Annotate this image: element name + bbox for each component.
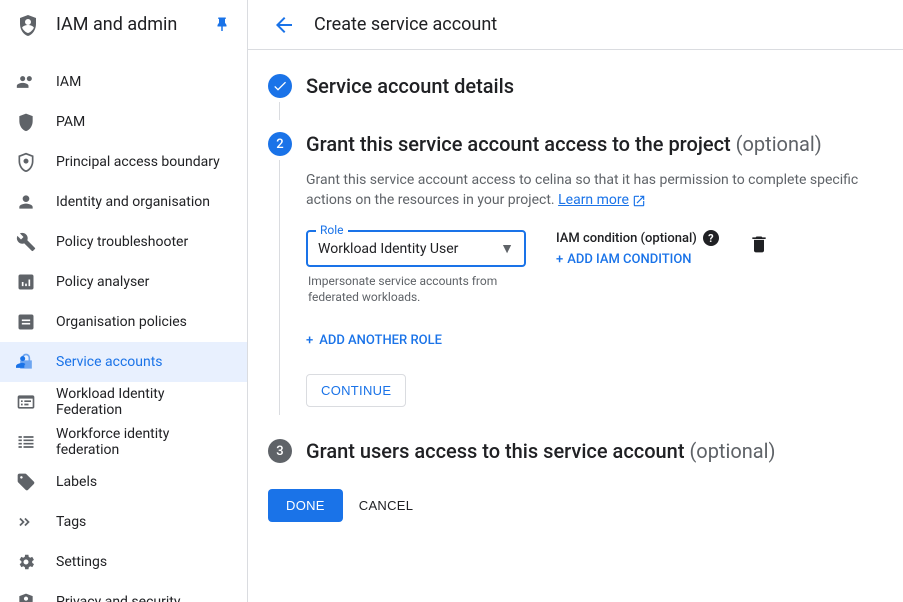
sidebar-item-analyser[interactable]: Policy analyser [0,262,247,302]
delete-role-button[interactable] [749,234,767,254]
step-1: Service account details [268,74,879,98]
cancel-button[interactable]: CANCEL [359,489,414,522]
page-title: Create service account [314,14,497,35]
tag-icon [16,472,36,492]
sidebar-item-labels[interactable]: Labels [0,462,247,502]
sidebar: IAM and admin IAM PAM Principal access b… [0,0,248,602]
nav-label: PAM [56,114,85,130]
add-iam-condition-button[interactable]: + ADD IAM CONDITION [556,252,719,267]
sidebar-nav: IAM PAM Principal access boundary Identi… [0,50,247,602]
sidebar-title: IAM and admin [56,14,213,35]
nav-label: Organisation policies [56,314,187,330]
nav-label: Identity and organisation [56,194,210,210]
nav-label: IAM [56,74,81,90]
role-helper-text: Impersonate service accounts from federa… [306,273,526,305]
sidebar-item-boundary[interactable]: Principal access boundary [0,142,247,182]
step-2-optional: (optional) [736,132,822,156]
nav-label: Workload Identity Federation [56,386,231,418]
iam-condition-label: IAM condition (optional) ? [556,230,719,246]
service-account-icon [16,352,36,372]
sidebar-item-orgpolicies[interactable]: Organisation policies [0,302,247,342]
nav-label: Principal access boundary [56,154,220,170]
dropdown-arrow-icon: ▼ [500,240,514,257]
gear-icon [16,552,36,572]
nav-label: Settings [56,554,107,570]
wrench-icon [16,232,36,252]
pin-icon[interactable] [213,16,231,34]
sidebar-item-iam[interactable]: IAM [0,62,247,102]
step-1-badge [268,74,292,98]
person-icon [16,192,36,212]
add-condition-label: ADD IAM CONDITION [567,252,691,267]
back-arrow-icon[interactable] [272,13,296,37]
add-another-role-button[interactable]: + ADD ANOTHER ROLE [306,333,879,348]
sidebar-header: IAM and admin [0,0,247,50]
main-body: Service account details 2 Grant this ser… [248,50,903,602]
sidebar-item-privacy[interactable]: Privacy and security [0,582,247,602]
step-3: 3 Grant users access to this service acc… [268,439,879,463]
plus-icon: + [306,333,313,348]
step-2-badge: 2 [268,132,292,156]
workload-icon [16,392,36,412]
step-3-title: Grant users access to this service accou… [306,439,879,463]
nav-label: Policy analyser [56,274,149,290]
learn-more-link[interactable]: Learn more [558,192,629,208]
tags-icon [16,512,36,532]
sidebar-item-service-accounts[interactable]: Service accounts [0,342,247,382]
step-1-title: Service account details [306,74,879,98]
step-2-title: Grant this service account access to the… [306,132,879,156]
boundary-icon [16,152,36,172]
help-icon[interactable]: ? [703,230,719,246]
step-3-title-text: Grant users access to this service accou… [306,439,689,463]
step-3-optional: (optional) [689,439,775,463]
role-select[interactable]: Role Workload Identity User ▼ [306,230,526,267]
footer-buttons: DONE CANCEL [268,489,879,522]
done-button[interactable]: DONE [268,489,343,522]
iam-shield-icon [16,13,40,37]
step-2: 2 Grant this service account access to t… [268,132,879,407]
nav-label: Labels [56,474,97,490]
external-link-icon [632,194,644,206]
people-icon [16,72,36,92]
step-2-title-text: Grant this service account access to the… [306,132,731,156]
sidebar-item-identity[interactable]: Identity and organisation [0,182,247,222]
sidebar-item-settings[interactable]: Settings [0,542,247,582]
nav-label: Service accounts [56,354,163,370]
nav-label: Tags [56,514,86,530]
shield-icon [16,112,36,132]
sidebar-item-workforce[interactable]: Workforce identity federation [0,422,247,462]
workforce-icon [16,432,36,452]
nav-label: Policy troubleshooter [56,234,188,250]
privacy-icon [16,592,36,602]
role-row: Role Workload Identity User ▼ Impersonat… [306,230,879,305]
step-2-desc: Grant this service account access to cel… [306,170,879,210]
analyser-icon [16,272,36,292]
sidebar-item-pam[interactable]: PAM [0,102,247,142]
nav-label: Privacy and security [56,594,180,602]
step-3-badge: 3 [268,439,292,463]
continue-button[interactable]: CONTINUE [306,374,406,407]
sidebar-item-troubleshooter[interactable]: Policy troubleshooter [0,222,247,262]
nav-label: Workforce identity federation [56,426,231,458]
role-select-value: Workload Identity User [318,241,500,257]
role-field-label: Role [316,223,348,237]
document-icon [16,312,36,332]
plus-icon: + [556,252,563,267]
add-another-label: ADD ANOTHER ROLE [319,333,442,348]
main-header: Create service account [248,0,903,50]
sidebar-item-tags[interactable]: Tags [0,502,247,542]
main: Create service account Service account d… [248,0,903,602]
iam-label-text: IAM condition (optional) [556,231,697,246]
sidebar-item-workload[interactable]: Workload Identity Federation [0,382,247,422]
